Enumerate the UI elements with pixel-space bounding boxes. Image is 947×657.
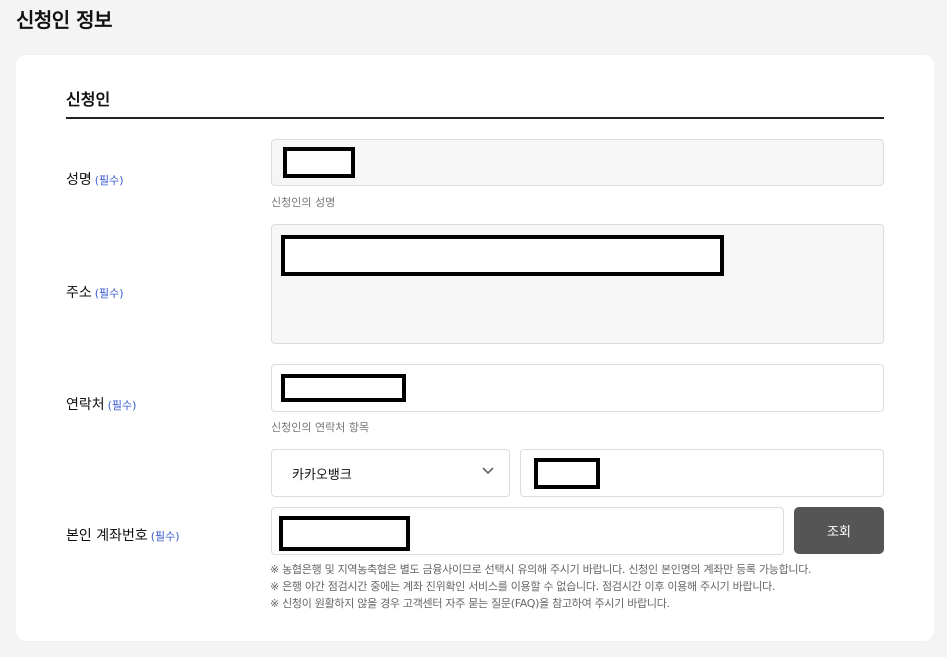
notice-item: ※ 신청이 원활하지 않을 경우 고객센터 자주 묻는 질문(FAQ)을 참고하… xyxy=(270,597,670,610)
name-hint: 신청인의 성명 xyxy=(271,196,336,209)
name-label: 성명 (필수) xyxy=(66,169,124,189)
contact-label: 연락처 (필수) xyxy=(66,394,136,414)
account-label: 본인 계좌번호 (필수) xyxy=(66,525,180,545)
page-title: 신청인 정보 xyxy=(16,8,112,32)
required-mark: (필수) xyxy=(107,399,137,412)
contact-hint: 신청인의 연락처 항목 xyxy=(271,421,370,434)
address-label: 주소 (필수) xyxy=(66,282,124,302)
lookup-button[interactable]: 조회 xyxy=(794,507,884,554)
bank-select-value: 카카오뱅크 xyxy=(292,468,352,483)
required-mark: (필수) xyxy=(94,287,124,300)
address-label-text: 주소 xyxy=(66,285,92,301)
section-divider xyxy=(66,117,884,119)
redacted-name xyxy=(283,147,355,178)
contact-label-text: 연락처 xyxy=(66,397,105,413)
name-field[interactable] xyxy=(271,139,884,186)
contact-field[interactable] xyxy=(271,364,884,412)
redacted-contact xyxy=(281,374,406,402)
redacted-address xyxy=(281,235,724,276)
redacted-account-number xyxy=(279,516,410,551)
redacted-holder xyxy=(534,458,600,489)
name-label-text: 성명 xyxy=(66,172,92,188)
bank-select[interactable]: 카카오뱅크 xyxy=(271,449,510,497)
applicant-card: 신청인 성명 (필수) 신청인의 성명 주소 (필수) 연락처 (필수) 신청인의 연… xyxy=(16,55,934,641)
required-mark: (필수) xyxy=(94,174,124,187)
account-holder-field[interactable] xyxy=(520,449,884,497)
notice-item: ※ 은행 야간 점검시간 중에는 계좌 진위확인 서비스를 이용할 수 없습니다… xyxy=(270,580,776,593)
section-title: 신청인 xyxy=(66,90,111,109)
required-mark: (필수) xyxy=(150,530,180,543)
account-number-field[interactable] xyxy=(271,507,784,555)
address-field[interactable] xyxy=(271,224,884,344)
notice-item: ※ 농협은행 및 지역농축협은 별도 금융사이므로 선택시 유의해 주시기 바랍… xyxy=(270,563,812,576)
notice-list: ※ 농협은행 및 지역농축협은 별도 금융사이므로 선택시 유의해 주시기 바랍… xyxy=(270,561,812,612)
account-label-text: 본인 계좌번호 xyxy=(66,528,148,544)
chevron-down-icon xyxy=(482,467,494,475)
